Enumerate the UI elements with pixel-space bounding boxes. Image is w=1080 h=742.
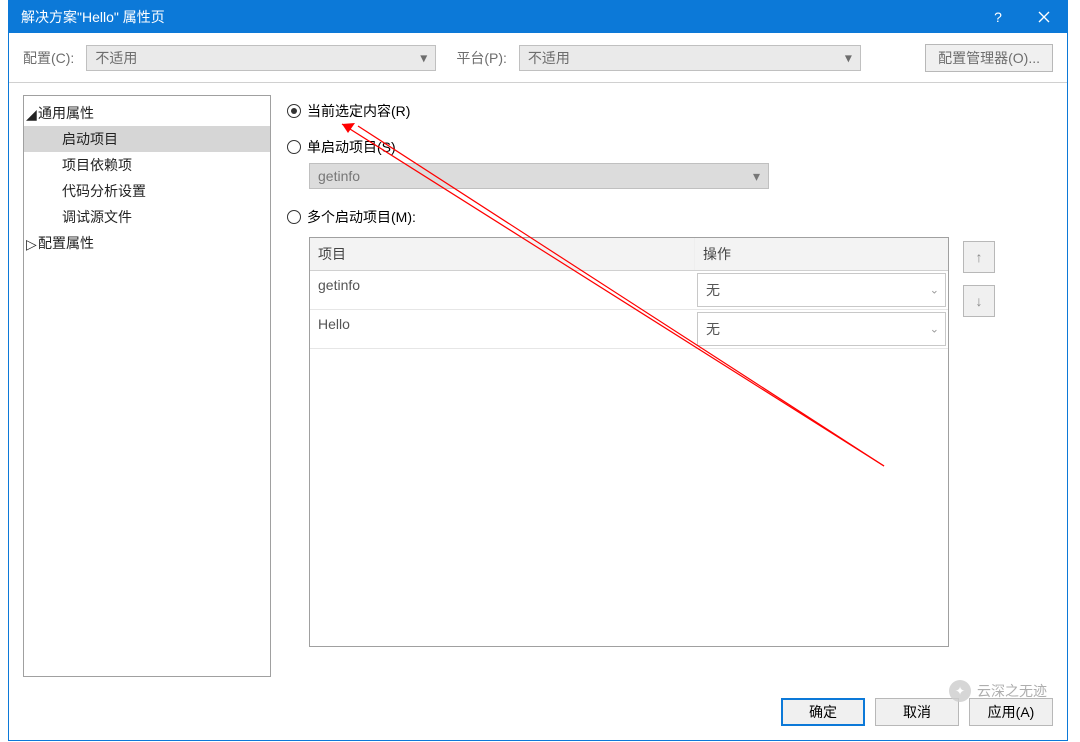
ok-button[interactable]: 确定 bbox=[781, 698, 865, 726]
single-startup-select[interactable]: getinfo ▾ bbox=[309, 163, 769, 189]
chevron-down-icon: ▾ bbox=[845, 49, 852, 66]
tree-config-properties[interactable]: ▷ 配置属性 bbox=[24, 230, 270, 256]
expand-down-icon: ◢ bbox=[26, 106, 37, 123]
tree-item-debug-source[interactable]: 调试源文件 bbox=[24, 204, 270, 230]
grid-header: 项目 操作 bbox=[310, 238, 948, 271]
radio-icon bbox=[287, 140, 301, 154]
col-action: 操作 bbox=[695, 238, 948, 270]
tree-item-startup[interactable]: 启动项目 bbox=[24, 126, 270, 152]
chevron-down-icon: ⌄ bbox=[930, 323, 939, 336]
config-label: 配置(C): bbox=[23, 48, 74, 68]
action-select[interactable]: 无⌄ bbox=[697, 312, 946, 346]
help-button[interactable]: ? bbox=[975, 1, 1021, 33]
reorder-buttons: ↑ ↓ bbox=[963, 241, 995, 647]
close-button[interactable] bbox=[1021, 1, 1067, 33]
move-down-button[interactable]: ↓ bbox=[963, 285, 995, 317]
radio-icon bbox=[287, 104, 301, 118]
tree-item-code-analysis[interactable]: 代码分析设置 bbox=[24, 178, 270, 204]
grid-row[interactable]: getinfo 无⌄ bbox=[310, 271, 948, 310]
radio-multi-startup[interactable]: 多个启动项目(M): bbox=[287, 207, 1053, 227]
dialog-window: 解决方案"Hello" 属性页 ? 配置(C): 不适用 ▾ 平台(P): 不适… bbox=[8, 0, 1068, 741]
arrow-down-icon: ↓ bbox=[976, 293, 983, 309]
col-project: 项目 bbox=[310, 238, 695, 270]
chevron-down-icon: ▾ bbox=[753, 168, 760, 185]
arrow-up-icon: ↑ bbox=[976, 249, 983, 265]
config-select[interactable]: 不适用 ▾ bbox=[86, 45, 436, 71]
dialog-body: ◢ 通用属性 启动项目 项目依赖项 代码分析设置 调试源文件 ▷ 配置属性 当前… bbox=[9, 83, 1067, 689]
apply-button[interactable]: 应用(A) bbox=[969, 698, 1053, 726]
window-title: 解决方案"Hello" 属性页 bbox=[21, 7, 975, 27]
cancel-button[interactable]: 取消 bbox=[875, 698, 959, 726]
title-bar: 解决方案"Hello" 属性页 ? bbox=[9, 1, 1067, 33]
radio-current-selection[interactable]: 当前选定内容(R) bbox=[287, 101, 1053, 121]
platform-select[interactable]: 不适用 ▾ bbox=[519, 45, 861, 71]
dialog-buttons: 确定 取消 应用(A) bbox=[781, 698, 1053, 726]
close-icon bbox=[1038, 11, 1050, 23]
chevron-down-icon: ▾ bbox=[420, 49, 427, 66]
content-panel: 当前选定内容(R) 单启动项目(S) getinfo ▾ 多个启动项目(M): … bbox=[287, 95, 1053, 677]
tree-common-properties[interactable]: ◢ 通用属性 bbox=[24, 100, 270, 126]
tree-item-dependencies[interactable]: 项目依赖项 bbox=[24, 152, 270, 178]
projects-grid[interactable]: 项目 操作 getinfo 无⌄ Hello 无⌄ bbox=[309, 237, 949, 647]
platform-label: 平台(P): bbox=[456, 48, 507, 68]
wechat-icon: ✦ bbox=[949, 680, 971, 702]
radio-icon bbox=[287, 210, 301, 224]
move-up-button[interactable]: ↑ bbox=[963, 241, 995, 273]
multi-startup-area: 项目 操作 getinfo 无⌄ Hello 无⌄ ↑ ↓ bbox=[309, 237, 1053, 647]
config-bar: 配置(C): 不适用 ▾ 平台(P): 不适用 ▾ 配置管理器(O)... bbox=[9, 33, 1067, 83]
radio-single-startup[interactable]: 单启动项目(S) bbox=[287, 137, 1053, 157]
config-manager-button[interactable]: 配置管理器(O)... bbox=[925, 44, 1053, 72]
chevron-down-icon: ⌄ bbox=[930, 284, 939, 297]
grid-row[interactable]: Hello 无⌄ bbox=[310, 310, 948, 349]
category-tree[interactable]: ◢ 通用属性 启动项目 项目依赖项 代码分析设置 调试源文件 ▷ 配置属性 bbox=[23, 95, 271, 677]
action-select[interactable]: 无⌄ bbox=[697, 273, 946, 307]
watermark: ✦ 云深之无迹 bbox=[949, 680, 1047, 702]
expand-right-icon: ▷ bbox=[26, 236, 37, 253]
